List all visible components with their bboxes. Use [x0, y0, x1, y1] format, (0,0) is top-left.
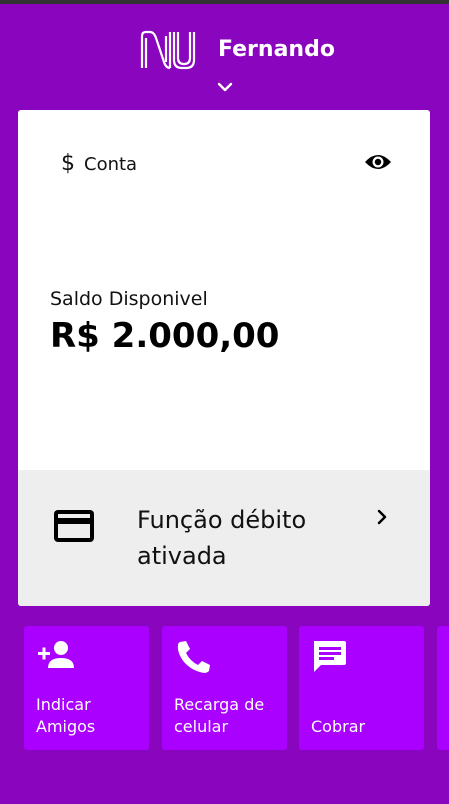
nubank-logo [140, 30, 196, 70]
shortcut-indicar-amigos[interactable]: Indicar Amigos [24, 626, 149, 750]
shortcut-cobrar[interactable]: Cobrar [299, 626, 424, 750]
shortcut-label: Recarga de celular [174, 695, 265, 736]
user-name[interactable]: Fernando [218, 37, 335, 62]
chevron-right-icon[interactable] [376, 508, 388, 526]
eye-icon[interactable] [364, 150, 392, 174]
credit-card-icon [54, 510, 94, 542]
app-header: Fernando [0, 20, 449, 100]
svg-text:$: $ [61, 151, 75, 176]
balance-value: R$ 2.000,00 [50, 316, 280, 356]
balance-label: Saldo Disponivel [50, 288, 208, 310]
debit-function-text: Função débito ativada [137, 506, 307, 570]
dollar-icon: $ [61, 151, 75, 176]
debit-function-row[interactable]: Função débito ativada [18, 470, 430, 606]
shortcut-label: Cobrar [311, 717, 366, 736]
shortcut-label: Indicar Amigos [36, 695, 96, 736]
account-label: Conta [84, 154, 138, 175]
shortcut-next-partial[interactable] [437, 626, 449, 750]
top-bar [0, 0, 449, 4]
account-card-body[interactable]: $ Conta Saldo Disponivel R$ 2.000,00 [18, 110, 430, 470]
person-add-icon [38, 641, 74, 668]
account-card[interactable]: $ Conta Saldo Disponivel R$ 2.000,00 Fun… [18, 110, 430, 606]
message-icon [314, 641, 346, 672]
shortcut-recarga-celular[interactable]: Recarga de celular [162, 626, 287, 750]
phone-icon [177, 641, 210, 673]
chevron-down-icon[interactable] [217, 82, 233, 92]
shortcut-list[interactable]: Indicar Amigos Recarga de celular Cobrar [0, 626, 449, 752]
